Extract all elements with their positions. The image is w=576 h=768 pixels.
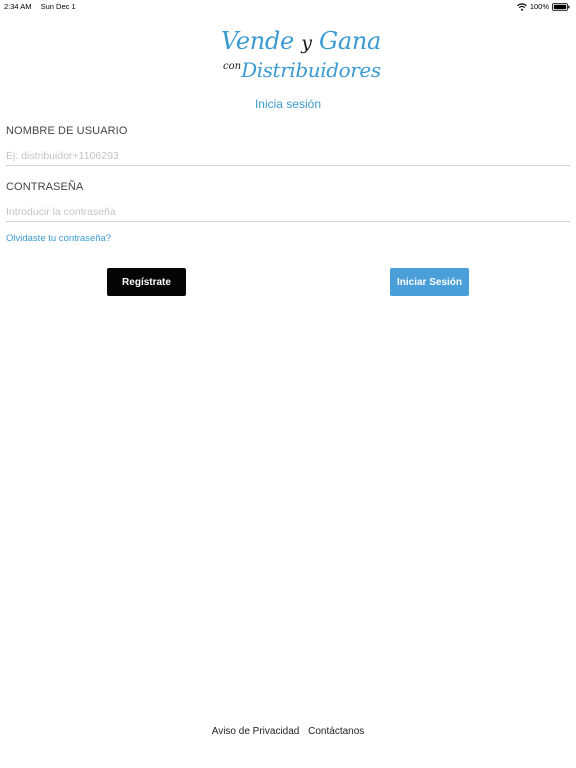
logo-line-bottom: conDistribuidores [223, 58, 381, 82]
username-label: NOMBRE DE USUARIO [6, 125, 128, 137]
password-input[interactable] [6, 202, 570, 222]
register-button[interactable]: Regístrate [107, 268, 186, 296]
privacy-link[interactable]: Aviso de Privacidad [212, 726, 300, 737]
wifi-icon [516, 2, 527, 11]
logo-word-y: y [301, 32, 312, 54]
battery-percent: 100% [529, 2, 549, 11]
logo-word-gana: Gana [318, 27, 382, 55]
contact-link[interactable]: Contáctanos [308, 726, 364, 737]
status-bar: 2:34 AM Sun Dec 1 100% [0, 0, 576, 12]
logo-word-distribuidores: Distribuidores [241, 58, 381, 82]
status-time: 2:34 AM [4, 2, 32, 11]
login-button[interactable]: Iniciar Sesión [390, 268, 469, 296]
username-input[interactable] [6, 146, 570, 166]
footer: Aviso de Privacidad Contáctanos [0, 726, 576, 737]
app-logo: Vende y Gana conDistribuidores [218, 27, 381, 87]
battery-icon [552, 2, 570, 11]
status-date: Sun Dec 1 [40, 2, 76, 11]
status-right: 100% [516, 2, 570, 11]
status-left: 2:34 AM Sun Dec 1 [4, 2, 76, 11]
logo-line-top: Vende y Gana [221, 27, 381, 55]
logo-word-vende: Vende [221, 27, 294, 55]
forgot-password-link[interactable]: Olvidaste tu contraseña? [6, 233, 111, 244]
logo-word-con: con [223, 61, 242, 72]
password-label: CONTRASEÑA [6, 181, 84, 193]
page-title: Inicia sesión [254, 97, 322, 111]
